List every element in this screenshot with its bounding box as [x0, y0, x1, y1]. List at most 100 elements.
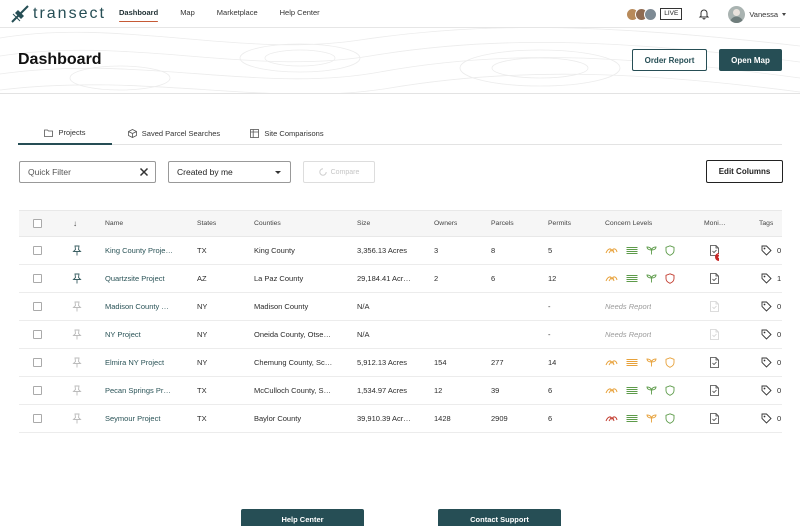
monitoring-doc-icon[interactable]: 7	[710, 245, 719, 261]
monitoring-doc-icon[interactable]	[710, 413, 719, 424]
help-center-button[interactable]: Help Center	[241, 509, 364, 526]
row-checkbox-cell	[33, 377, 42, 404]
brand-name: transect	[33, 5, 106, 22]
tags-button[interactable]: 0	[761, 357, 781, 368]
col-size[interactable]: Size	[357, 211, 370, 236]
compare-button[interactable]: Compare	[303, 161, 375, 183]
project-county: Madison County	[254, 302, 309, 311]
open-map-button[interactable]: Open Map	[719, 49, 782, 71]
tab-saved-parcel-searches[interactable]: Saved Parcel Searches	[118, 122, 230, 145]
project-state: AZ	[197, 274, 207, 283]
project-owners: 1428	[434, 414, 451, 423]
tags-button[interactable]: 1	[761, 273, 781, 284]
project-size: N/A	[357, 302, 370, 311]
close-icon[interactable]	[139, 167, 149, 177]
row-checkbox[interactable]	[33, 386, 42, 395]
tags-button[interactable]: 0	[761, 413, 781, 424]
logo[interactable]: transect	[10, 4, 106, 24]
live-avatars[interactable]	[626, 7, 658, 21]
project-name-link[interactable]: Pecan Springs Pr…	[105, 377, 191, 404]
created-by-select[interactable]: Created by me	[168, 161, 291, 183]
project-name-link[interactable]: Madison County …	[105, 293, 191, 320]
row-checkbox[interactable]	[33, 274, 42, 283]
tags-button[interactable]: 0	[761, 301, 781, 312]
table-row[interactable]: Pecan Springs Pr… TX McCulloch County, S…	[19, 377, 782, 405]
quick-filter-input[interactable]	[20, 162, 130, 182]
col-counties[interactable]: Counties	[254, 211, 281, 236]
pin-icon[interactable]	[72, 405, 82, 432]
col-monitoring[interactable]: Moni…	[704, 211, 726, 236]
concern-levels[interactable]	[605, 413, 683, 424]
project-state: NY	[197, 358, 208, 367]
pin-icon[interactable]	[72, 321, 82, 348]
tags-button[interactable]: 0	[761, 385, 781, 396]
monitoring-doc-icon[interactable]	[710, 273, 719, 284]
order-report-button[interactable]: Order Report	[632, 49, 707, 71]
project-name-link[interactable]: Seymour Project	[105, 405, 191, 432]
pin-icon[interactable]	[72, 265, 82, 292]
tags-button[interactable]: 0	[761, 329, 781, 340]
table-row[interactable]: Quartzsite Project AZ La Paz County 29,1…	[19, 265, 782, 293]
project-size: 3,356.13 Acres	[357, 246, 408, 255]
project-owners: 2	[434, 274, 439, 283]
pin-icon[interactable]	[72, 349, 82, 376]
table-row[interactable]: King County Proje… TX King County 3,356.…	[19, 237, 782, 265]
project-name-link[interactable]: Quartzsite Project	[105, 265, 191, 292]
user-name: Vanessa	[749, 9, 778, 19]
row-checkbox-cell	[33, 237, 42, 264]
nav-map[interactable]: Map	[180, 0, 195, 28]
row-checkbox[interactable]	[33, 302, 42, 311]
monitoring-doc-icon[interactable]	[710, 357, 719, 368]
table-row[interactable]: Seymour Project TX Baylor County 39,910.…	[19, 405, 782, 433]
col-owners[interactable]: Owners	[434, 211, 457, 236]
pin-icon[interactable]	[72, 377, 82, 404]
shield-icon	[665, 357, 675, 368]
monitoring-cell	[710, 405, 719, 432]
sort-icon[interactable]: ↓	[73, 211, 77, 236]
bell-icon[interactable]	[698, 8, 710, 20]
concern-levels[interactable]	[605, 245, 683, 256]
contact-support-button[interactable]: Contact Support	[438, 509, 561, 526]
monitoring-doc-icon[interactable]	[710, 385, 719, 396]
select-all-checkbox[interactable]	[33, 219, 42, 228]
concern-cell	[605, 405, 683, 432]
nav-marketplace[interactable]: Marketplace	[217, 0, 258, 28]
pin-icon[interactable]	[72, 237, 82, 264]
col-tags[interactable]: Tags	[759, 211, 773, 236]
col-states[interactable]: States	[197, 211, 216, 236]
project-name-link[interactable]: King County Proje…	[105, 237, 191, 264]
concern-levels[interactable]	[605, 385, 683, 396]
tab-projects[interactable]: Projects	[18, 122, 112, 145]
monitoring-cell	[710, 293, 719, 320]
row-checkbox[interactable]	[33, 358, 42, 367]
concern-levels[interactable]	[605, 357, 683, 368]
col-permits[interactable]: Permits	[548, 211, 571, 236]
monitoring-cell: 7	[710, 237, 719, 264]
chevron-down-icon	[275, 171, 281, 174]
project-permits: 12	[548, 274, 557, 283]
project-name-link[interactable]: Elmira NY Project	[105, 349, 191, 376]
col-concern-levels[interactable]: Concern Levels	[605, 211, 652, 236]
col-name[interactable]: Name	[105, 211, 123, 236]
concern-levels[interactable]	[605, 273, 683, 284]
tags-button[interactable]: 0	[761, 245, 781, 256]
project-name-link[interactable]: NY Project	[105, 321, 191, 348]
user-menu[interactable]: Vanessa	[728, 5, 786, 23]
row-checkbox[interactable]	[33, 246, 42, 255]
table-row[interactable]: NY Project NY Oneida County, Otse… N/A -…	[19, 321, 782, 349]
nav-help-center[interactable]: Help Center	[280, 0, 320, 28]
pin-icon[interactable]	[72, 293, 82, 320]
sprout-icon	[646, 386, 657, 395]
row-checkbox[interactable]	[33, 330, 42, 339]
edit-columns-button[interactable]: Edit Columns	[706, 160, 783, 183]
table-row[interactable]: Elmira NY Project NY Chemung County, Sc……	[19, 349, 782, 377]
notification-badge: 7	[715, 253, 719, 261]
concern-cell	[605, 377, 683, 404]
nav-help-center-label: Help Center	[279, 8, 320, 17]
nav-dashboard[interactable]: Dashboard	[119, 0, 159, 28]
table-row[interactable]: Madison County … NY Madison County N/A -…	[19, 293, 782, 321]
col-parcels[interactable]: Parcels	[491, 211, 514, 236]
row-checkbox[interactable]	[33, 414, 42, 423]
tab-site-comparisons[interactable]: Site Comparisons	[242, 122, 332, 145]
spinner-icon	[318, 168, 327, 176]
